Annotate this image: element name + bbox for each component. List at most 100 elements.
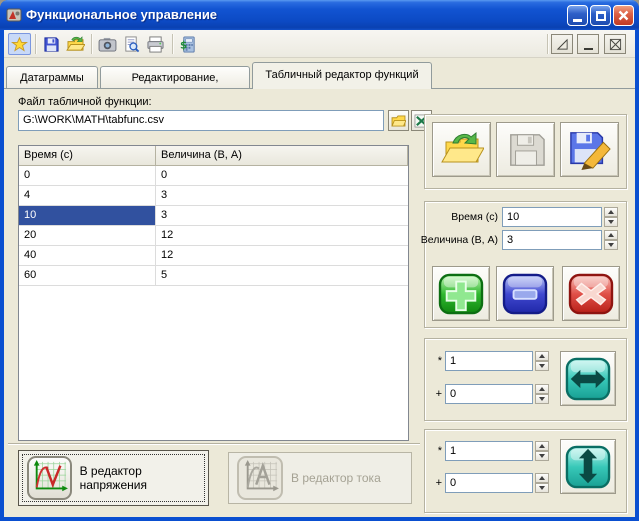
to-voltage-editor-button[interactable]: В редактор напряжения — [18, 450, 209, 506]
tab-editing-voltage[interactable]: Редактирование, напряжение — [100, 66, 250, 89]
save-button[interactable] — [40, 33, 63, 55]
apply-amount-transform-button[interactable] — [560, 439, 616, 494]
spin-down-button[interactable] — [535, 361, 549, 371]
amount-input[interactable]: 3 — [502, 230, 602, 250]
cell-time[interactable]: 4 — [19, 186, 156, 206]
toolbar: $ — [4, 30, 635, 58]
time-spinner[interactable] — [604, 207, 618, 227]
down-arrow-icon — [608, 220, 614, 224]
time-input[interactable]: 10 — [502, 207, 602, 227]
tab-datagrams[interactable]: Датаграммы — [6, 66, 98, 89]
cell-time[interactable]: 40 — [19, 246, 156, 266]
spin-up-button[interactable] — [535, 473, 549, 483]
print-button[interactable] — [144, 33, 167, 55]
save-table-file-button-disabled[interactable] — [496, 122, 555, 177]
spin-down-button[interactable] — [604, 240, 618, 250]
minimize-flat-button[interactable] — [577, 34, 599, 54]
open-table-file-button[interactable] — [432, 122, 491, 177]
add-plus-icon — [438, 273, 484, 315]
amount-add-input[interactable]: 0 — [445, 473, 533, 493]
cell-value[interactable]: 5 — [156, 266, 408, 286]
cell-value[interactable]: 3 — [156, 206, 408, 226]
time-add-spinner[interactable] — [535, 384, 549, 404]
column-header-time: Время (с) — [19, 146, 156, 166]
time-add-input[interactable]: 0 — [445, 384, 533, 404]
spin-down-button[interactable] — [604, 217, 618, 227]
spin-up-button[interactable] — [604, 207, 618, 217]
cell-time[interactable]: 20 — [19, 226, 156, 246]
down-arrow-icon — [539, 486, 545, 490]
up-arrow-icon — [539, 354, 545, 358]
calculator-button[interactable]: $ — [177, 33, 200, 55]
app-icon — [6, 7, 22, 23]
add-point-button[interactable] — [432, 266, 490, 321]
amount-multiply-input[interactable]: 1 — [445, 441, 533, 461]
table-row[interactable]: 0 0 — [19, 166, 408, 186]
spin-down-button[interactable] — [535, 483, 549, 493]
spin-up-button[interactable] — [535, 441, 549, 451]
screenshot-button[interactable] — [96, 33, 119, 55]
maximize-button[interactable] — [590, 5, 611, 26]
save-floppy-disabled-icon — [505, 131, 547, 169]
cell-value[interactable]: 12 — [156, 246, 408, 266]
delete-x-icon — [568, 273, 614, 315]
cell-value[interactable]: 0 — [156, 166, 408, 186]
table-row[interactable]: 60 5 — [19, 266, 408, 286]
tab-page: Файл табличной функции: G:\WORK\MATH\tab… — [4, 88, 635, 517]
multiply-label: * — [430, 445, 442, 457]
roll-up-triangle-icon — [556, 38, 569, 51]
function-table[interactable]: Время (с) Величина (В, А) 0 0 4 3 10 3 2… — [18, 145, 409, 441]
up-arrow-icon — [539, 476, 545, 480]
horizontal-arrows-icon — [565, 357, 611, 401]
svg-text:$: $ — [180, 39, 187, 51]
remove-point-button[interactable] — [496, 266, 554, 321]
table-row[interactable]: 20 12 — [19, 226, 408, 246]
table-row-selected[interactable]: 10 3 — [19, 206, 408, 226]
rollup-window-button[interactable] — [551, 34, 573, 54]
print-preview-button[interactable] — [120, 33, 143, 55]
cell-time[interactable]: 60 — [19, 266, 156, 286]
amount-add-spinner[interactable] — [535, 473, 549, 493]
close-flat-button[interactable] — [604, 34, 626, 54]
toolbar-separator — [547, 34, 549, 54]
table-row[interactable]: 40 12 — [19, 246, 408, 266]
spin-down-button[interactable] — [535, 451, 549, 461]
window-title: Функциональное управление — [26, 0, 217, 30]
cell-time-selected[interactable]: 10 — [19, 206, 156, 226]
bottom-divider — [8, 443, 420, 445]
cell-value[interactable]: 12 — [156, 226, 408, 246]
time-multiply-input[interactable]: 1 — [445, 351, 533, 371]
spin-up-button[interactable] — [535, 384, 549, 394]
tab-table-function-editor[interactable]: Табличный редактор функций — [252, 62, 432, 89]
file-path-input[interactable]: G:\WORK\MATH\tabfunc.csv — [18, 110, 384, 131]
spin-up-button[interactable] — [604, 230, 618, 240]
add-label: + — [430, 388, 442, 400]
to-current-editor-button[interactable]: В редактор тока — [228, 452, 412, 504]
column-header-value: Величина (В, А) — [156, 146, 408, 166]
save-floppy-icon — [43, 36, 60, 53]
minimize-button[interactable] — [567, 5, 588, 26]
to-current-editor-label: В редактор тока — [291, 471, 381, 485]
camera-icon — [98, 37, 117, 52]
table-row[interactable]: 4 3 — [19, 186, 408, 206]
apply-time-transform-button[interactable] — [560, 351, 616, 406]
cell-value[interactable]: 3 — [156, 186, 408, 206]
up-arrow-icon — [608, 233, 614, 237]
browse-file-button[interactable] — [388, 110, 409, 131]
save-as-button[interactable] — [560, 122, 619, 177]
open-button[interactable] — [64, 33, 87, 55]
time-multiply-spinner[interactable] — [535, 351, 549, 371]
open-folder-big-icon — [440, 131, 484, 169]
close-button[interactable] — [613, 5, 634, 26]
spin-up-button[interactable] — [535, 351, 549, 361]
down-arrow-icon — [539, 364, 545, 368]
amount-multiply-spinner[interactable] — [535, 441, 549, 461]
spin-down-button[interactable] — [535, 394, 549, 404]
up-arrow-icon — [608, 210, 614, 214]
focus-rect — [22, 454, 205, 502]
delete-all-button[interactable] — [562, 266, 620, 321]
favorites-button[interactable] — [8, 33, 31, 55]
amount-spinner[interactable] — [604, 230, 618, 250]
client-area: $ Датаграммы Редактирование, напряжени — [4, 30, 635, 517]
cell-time[interactable]: 0 — [19, 166, 156, 186]
